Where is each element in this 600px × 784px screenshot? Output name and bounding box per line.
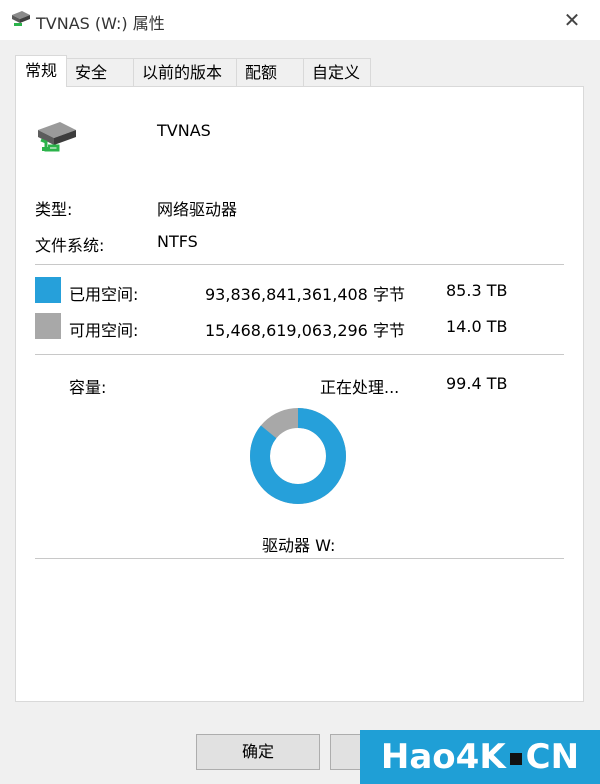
used-space-swatch	[35, 277, 61, 303]
divider	[35, 264, 564, 265]
drive-name: TVNAS	[157, 121, 211, 140]
tab-strip: 常规 安全 以前的版本 配额 自定义	[15, 55, 372, 87]
tab-security[interactable]: 安全	[66, 58, 135, 86]
capacity-label: 容量:	[69, 378, 107, 397]
used-space-size: 85.3 TB	[446, 281, 508, 300]
window-title: TVNAS (W:) 属性	[36, 14, 165, 33]
tab-previous-versions[interactable]: 以前的版本	[133, 58, 238, 86]
divider	[35, 558, 564, 559]
watermark-logo: Hao4K CN	[360, 730, 600, 784]
free-space-bytes: 15,468,619,063,296 字节	[205, 321, 405, 340]
network-drive-icon	[12, 11, 30, 26]
drive-letter-label: 驱动器 W:	[262, 536, 336, 555]
close-button[interactable]: ✕	[558, 6, 586, 34]
free-space-swatch	[35, 313, 61, 339]
free-space-label: 可用空间:	[69, 321, 139, 340]
network-drive-large-icon	[38, 122, 76, 152]
capacity-size: 99.4 TB	[446, 374, 508, 393]
free-space-size: 14.0 TB	[446, 317, 508, 336]
capacity-status: 正在处理...	[320, 378, 400, 397]
type-label: 类型:	[35, 200, 73, 219]
tab-customize[interactable]: 自定义	[303, 58, 372, 86]
ok-button[interactable]: 确定	[196, 734, 320, 770]
type-value: 网络驱动器	[157, 200, 238, 219]
tab-quota[interactable]: 配额	[236, 58, 305, 86]
divider	[35, 354, 564, 355]
close-icon: ✕	[563, 8, 581, 32]
tab-general[interactable]: 常规	[15, 55, 68, 87]
watermark-dot	[509, 752, 522, 765]
filesystem-value: NTFS	[157, 232, 198, 251]
used-space-label: 已用空间:	[69, 285, 139, 304]
filesystem-label: 文件系统:	[35, 236, 105, 255]
title-bar: TVNAS (W:) 属性 ✕	[0, 0, 600, 40]
usage-donut-chart	[250, 408, 346, 504]
used-space-bytes: 93,836,841,361,408 字节	[205, 285, 405, 304]
